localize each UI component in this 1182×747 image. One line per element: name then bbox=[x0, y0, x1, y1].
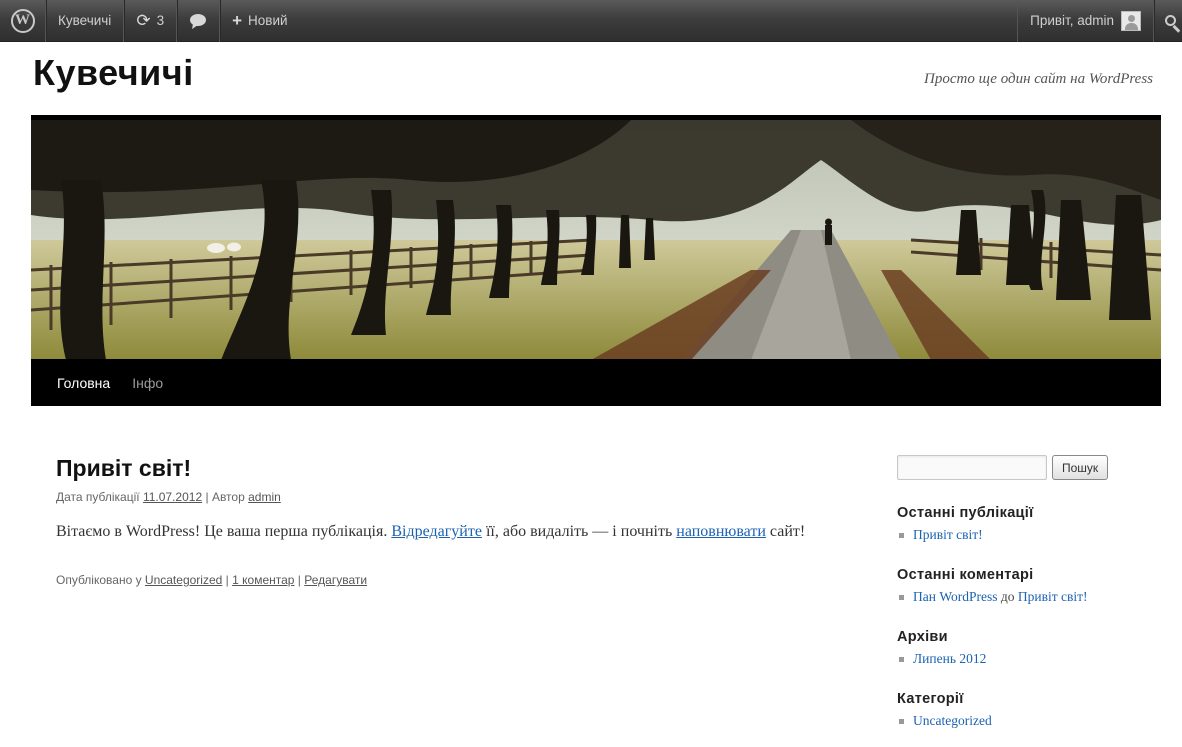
search-form: Пошук bbox=[897, 455, 1157, 480]
widget-title: Останні публікації bbox=[897, 505, 1034, 521]
category-link[interactable]: Uncategorized bbox=[145, 573, 222, 587]
header-image bbox=[31, 115, 1161, 360]
post-meta: Дата публікації 11.07.2012 | Автор admin bbox=[56, 490, 816, 504]
published-prefix: Опубліковано у bbox=[56, 573, 142, 587]
category-link[interactable]: Uncategorized bbox=[913, 713, 992, 728]
adminbar-search[interactable] bbox=[1154, 0, 1182, 42]
edit-post-link[interactable]: Відредагуйте bbox=[391, 523, 482, 540]
post-content: Вітаємо в WordPress! Це ваша перша публі… bbox=[56, 518, 816, 546]
search-icon bbox=[1164, 15, 1176, 26]
comment-bubble-icon bbox=[190, 13, 207, 29]
list-item: Uncategorized bbox=[897, 712, 1157, 730]
updates-count: 3 bbox=[156, 13, 165, 28]
widget-archives: Архіви Липень 2012 bbox=[897, 629, 1157, 668]
post-text-2: її, або видаліть — і почніть bbox=[481, 523, 677, 540]
list-item: Липень 2012 bbox=[897, 650, 1157, 668]
widget-categories: Категорії Uncategorized bbox=[897, 691, 1157, 730]
comment-post-link[interactable]: Привіт світ! bbox=[1018, 589, 1088, 604]
wordpress-logo-icon[interactable]: W bbox=[0, 0, 46, 42]
site-title[interactable]: Кувечичі bbox=[33, 52, 194, 94]
list-item: Привіт світ! bbox=[897, 526, 1157, 544]
admin-bar: W Кувечичі ⟳ 3 + Новий Привіт, admin bbox=[0, 0, 1182, 42]
author-prefix: Автор bbox=[211, 490, 245, 504]
refresh-icon: ⟳ bbox=[136, 11, 151, 30]
edit-link[interactable]: Редагувати bbox=[304, 573, 367, 587]
post-title[interactable]: Привіт світ! bbox=[56, 455, 816, 482]
post-author-link[interactable]: admin bbox=[248, 490, 281, 504]
post-date-link[interactable]: 11.07.2012 bbox=[143, 490, 202, 504]
adminbar-account[interactable]: Привіт, admin bbox=[1017, 0, 1154, 42]
widget-title: Архіви bbox=[897, 629, 948, 645]
date-prefix: Дата публікації bbox=[56, 490, 140, 504]
footer-separator-2: | bbox=[297, 573, 301, 587]
search-input[interactable] bbox=[897, 455, 1047, 480]
adminbar-new[interactable]: + Новий bbox=[220, 0, 299, 42]
adminbar-comments[interactable] bbox=[177, 0, 221, 42]
nav-item-info[interactable]: Інфо bbox=[132, 375, 163, 391]
main-navigation: Головна Інфо bbox=[31, 359, 1161, 406]
post-text-3: сайт! bbox=[765, 523, 806, 540]
new-label: Новий bbox=[248, 13, 288, 28]
meta-separator: | bbox=[205, 490, 209, 504]
greeting: Привіт, admin bbox=[1030, 13, 1114, 28]
sidebar: Пошук Останні публікації Привіт світ! Ос… bbox=[897, 455, 1157, 730]
recent-post-link[interactable]: Привіт світ! bbox=[913, 527, 983, 542]
footer-separator-1: | bbox=[225, 573, 229, 587]
widget-title: Останні коментарі bbox=[897, 567, 1034, 583]
post-article: Привіт світ! Дата публікації 11.07.2012 … bbox=[56, 455, 816, 587]
widget-title: Категорії bbox=[897, 691, 964, 707]
post-footer: Опубліковано у Uncategorized | 1 комента… bbox=[56, 573, 816, 587]
comment-author-link[interactable]: Пан WordPress bbox=[913, 589, 998, 604]
site-description: Просто ще один сайт на WordPress bbox=[924, 71, 1153, 87]
user-avatar-icon bbox=[1121, 10, 1141, 31]
nav-item-home[interactable]: Головна bbox=[57, 375, 110, 391]
fill-site-link[interactable]: наповнювати bbox=[676, 523, 766, 540]
comment-conjunction: до bbox=[1000, 589, 1015, 604]
widget-recent-comments: Останні коментарі Пан WordPress до Приві… bbox=[897, 567, 1157, 606]
plus-icon: + bbox=[232, 11, 243, 30]
adminbar-site-name[interactable]: Кувечичі bbox=[46, 0, 125, 42]
archive-link[interactable]: Липень 2012 bbox=[913, 651, 986, 666]
comments-link[interactable]: 1 коментар bbox=[232, 573, 294, 587]
adminbar-updates[interactable]: ⟳ 3 bbox=[124, 0, 178, 42]
list-item: Пан WordPress до Привіт світ! bbox=[897, 588, 1157, 606]
search-button[interactable]: Пошук bbox=[1052, 455, 1109, 480]
widget-recent-posts: Останні публікації Привіт світ! bbox=[897, 505, 1157, 544]
post-text-1: Вітаємо в WordPress! Це ваша перша публі… bbox=[56, 523, 392, 540]
